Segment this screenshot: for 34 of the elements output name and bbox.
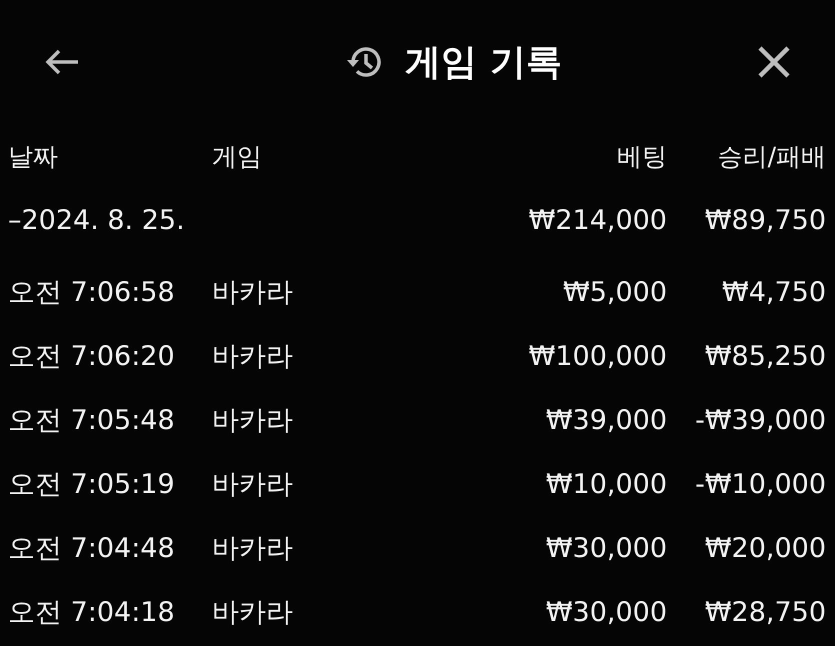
table-cell-text: ₩10,000 — [544, 468, 667, 502]
window-title: 게임 기록 — [405, 40, 562, 84]
table-cell-text: ₩89,750 — [704, 204, 826, 238]
table-cell-text: -₩39,000 — [694, 404, 826, 438]
table-cell-text: 바카라 — [212, 340, 294, 374]
table-cell-text: 바카라 — [212, 404, 294, 438]
table-cell-text: ₩4,750 — [721, 276, 826, 310]
table-cell-text: 바카라 — [212, 532, 294, 566]
table-cell-text: -₩10,000 — [694, 468, 826, 502]
table-cell-text: ₩5,000 — [562, 276, 667, 310]
table-cell-text: ₩214,000 — [528, 204, 667, 238]
column-header: 게임 — [212, 140, 263, 172]
table-cell-text: ₩28,750 — [704, 596, 826, 630]
table-cell-text: 바카라 — [212, 596, 294, 630]
table-cell-text: 오전 7:04:48 — [8, 532, 176, 566]
table-cell-text: ₩39,000 — [544, 404, 667, 438]
close-icon[interactable] — [756, 45, 791, 79]
table-cell-text: 오전 7:05:19 — [8, 468, 176, 502]
table-cell-text: 바카라 — [212, 276, 294, 310]
table-cell-text: 오전 7:04:18 — [8, 596, 176, 630]
column-header: 베팅 — [616, 140, 667, 172]
table-cell-text: ₩20,000 — [704, 532, 826, 566]
table-cell-text: 오전 7:06:58 — [8, 276, 176, 310]
back-arrow-icon[interactable] — [44, 48, 80, 76]
table-cell-text: 오전 7:05:48 — [8, 404, 176, 438]
table-cell-text: ₩100,000 — [528, 340, 667, 374]
column-header: 날짜 — [8, 140, 59, 172]
table-cell-text: ₩85,250 — [704, 340, 826, 374]
column-header: 승리/패배 — [716, 140, 826, 172]
table-cell-text: 바카라 — [212, 468, 294, 502]
table-cell-text: ₩30,000 — [544, 596, 667, 630]
date-group-label: –2024. 8. 25. — [8, 204, 186, 238]
table-cell-text: 오전 7:06:20 — [8, 340, 176, 374]
table-cell-text: ₩30,000 — [544, 532, 667, 566]
